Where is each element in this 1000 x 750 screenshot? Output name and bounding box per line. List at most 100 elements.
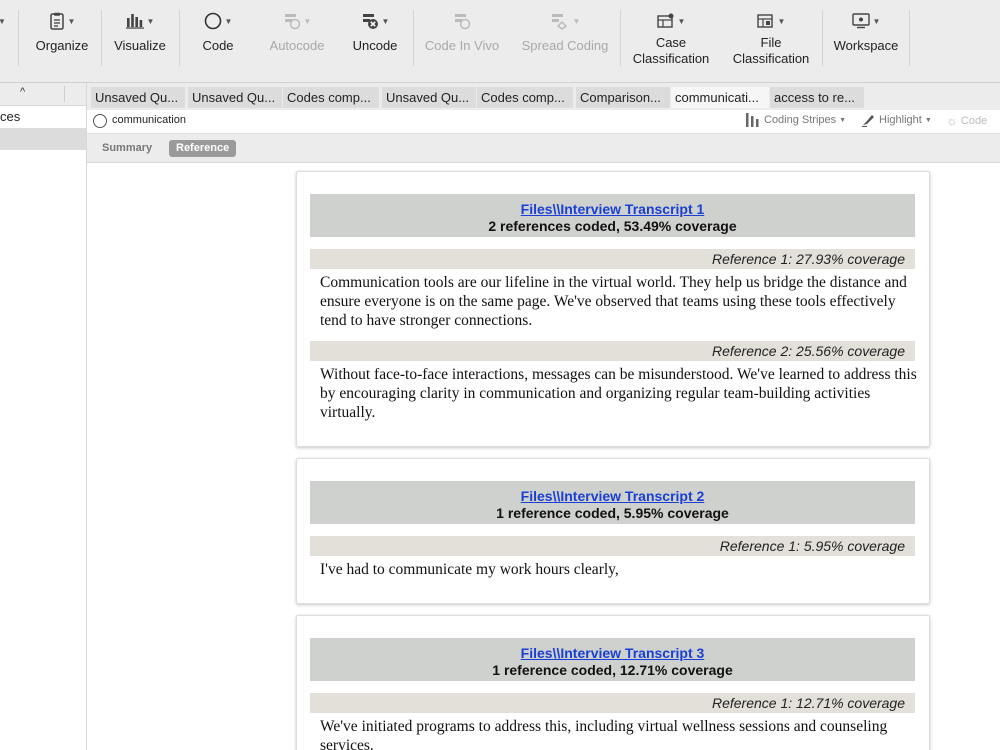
file-card: Files\\Interview Transcript 2 1 referenc… (296, 458, 930, 604)
case-classification-icon (656, 13, 674, 28)
reference-label: Reference 1: 12.71% coverage (711, 695, 905, 711)
reference-header: Reference 1: 12.71% coverage (310, 693, 915, 713)
chevron-down-icon: ▼ (839, 116, 847, 124)
node-header-bar: communication Coding Stripes ▼ Highlight ▼… (87, 110, 1000, 134)
file-header: Files\\Interview Transcript 2 1 referenc… (310, 481, 915, 524)
reference-label: Reference 2: 25.56% coverage (711, 343, 905, 359)
reference-label: Reference 1: 5.95% coverage (719, 538, 905, 554)
caret-up-icon[interactable]: ^ (20, 86, 25, 98)
node-name: communication (112, 114, 186, 126)
reference-label: Reference 1: 27.93% coverage (711, 251, 905, 267)
reference-text: I've had to communicate my work hours cl… (320, 561, 619, 578)
tab-unsaved-query-1[interactable]: Unsaved Qu... (91, 87, 185, 108)
chevron-down-icon: ▼ (0, 16, 6, 26)
file-card: Files\\Interview Transcript 3 1 referenc… (296, 615, 930, 750)
navigation-item-label: ces (0, 109, 21, 124)
ribbon-toolbar: ▼ ▼ Organize ▼ Visualize ▼ Code ▼ Autoco… (0, 0, 1000, 83)
autocode-button[interactable]: ▼ Autocode (262, 10, 332, 70)
chevron-down-icon: ▼ (572, 16, 581, 26)
navigation-item-selected[interactable] (0, 128, 86, 150)
chevron-down-icon: ▼ (924, 116, 932, 124)
reference-header: Reference 2: 25.56% coverage (310, 341, 915, 361)
highlight-button[interactable]: Highlight ▼ (861, 113, 932, 127)
code-in-vivo-label: Code In Vivo (424, 38, 500, 53)
file-classification-button[interactable]: ▼ File Classification (726, 10, 816, 70)
bar-chart-icon (125, 14, 144, 29)
toolbar-divider (909, 10, 910, 66)
autocode-label: Autocode (269, 38, 325, 53)
document-tab-bar: Unsaved Qu... Unsaved Qu... Codes comp..… (87, 83, 1000, 110)
file-header: Files\\Interview Transcript 1 2 referenc… (310, 194, 915, 237)
file-header: Files\\Interview Transcript 3 1 referenc… (310, 638, 915, 681)
circle-icon (204, 12, 221, 30)
column-divider[interactable] (64, 86, 65, 102)
file-card: Files\\Interview Transcript 1 2 referenc… (296, 171, 930, 447)
visualize-button[interactable]: ▼ Visualize (108, 10, 172, 70)
tab-access-to-resources[interactable]: access to re... (770, 87, 864, 108)
tab-summary[interactable]: Summary (95, 140, 159, 157)
coding-stripes-button[interactable]: Coding Stripes ▼ (745, 113, 846, 127)
workspace-icon (851, 13, 870, 29)
reference-text: We've initiated programs to address this… (320, 718, 888, 750)
code-in-vivo-icon (455, 14, 471, 30)
file-coverage: 1 reference coded, 5.95% coverage (496, 505, 729, 521)
code-label: Code (202, 38, 234, 53)
uncode-label: Uncode (352, 38, 398, 53)
code-in-vivo-button[interactable]: Code In Vivo (422, 10, 502, 70)
chevron-down-icon: ▼ (224, 16, 233, 26)
chevron-down-icon: ▼ (872, 16, 881, 26)
organize-label: Organize (35, 38, 89, 53)
tab-codes-comparison-2[interactable]: Codes comp... (477, 87, 573, 108)
spread-coding-button[interactable]: ▼ Spread Coding (518, 10, 612, 70)
organize-button[interactable]: ▼ Organize (30, 10, 94, 70)
file-link[interactable]: Files\\Interview Transcript 3 (310, 645, 915, 661)
coding-stripes-label: Coding Stripes (764, 114, 837, 126)
navigation-pane: ^ ces (0, 83, 87, 750)
chevron-down-icon: ▼ (381, 16, 390, 26)
tab-comparison[interactable]: Comparison... (576, 87, 670, 108)
tab-unsaved-query-2[interactable]: Unsaved Qu... (188, 87, 282, 108)
toolbar-divider (18, 10, 19, 66)
reference-header: Reference 1: 5.95% coverage (310, 536, 915, 556)
chevron-down-icon: ▼ (146, 16, 155, 26)
tab-codes-comparison-1[interactable]: Codes comp... (283, 87, 379, 108)
tab-unsaved-query-3[interactable]: Unsaved Qu... (382, 87, 476, 108)
partial-tool-button[interactable]: ▼ (0, 10, 10, 70)
toolbar-divider (413, 10, 414, 66)
reference-text: Without face-to-face interactions, messa… (320, 366, 917, 421)
code-button[interactable]: ▼ Code (190, 10, 246, 70)
reference-view: Files\\Interview Transcript 1 2 referenc… (87, 163, 1000, 750)
tab-reference[interactable]: Reference (169, 140, 237, 157)
toolbar-divider (179, 10, 180, 66)
tab-communication[interactable]: communicati... (671, 87, 769, 108)
code-tool-label: Code (960, 114, 988, 127)
chevron-down-icon: ▼ (303, 16, 312, 26)
uncode-button[interactable]: ▼ Uncode (346, 10, 404, 70)
file-coverage: 2 references coded, 53.49% coverage (488, 218, 737, 234)
navigation-item[interactable]: ces (0, 106, 86, 128)
clipboard-icon (49, 12, 64, 30)
case-classification-button[interactable]: ▼ Case Classification (626, 10, 716, 70)
chevron-down-icon: ▼ (777, 16, 786, 26)
file-link[interactable]: Files\\Interview Transcript 2 (310, 488, 915, 504)
highlight-label: Highlight (879, 114, 922, 126)
chevron-down-icon: ▼ (67, 16, 76, 26)
workspace-button[interactable]: ▼ Workspace (828, 10, 904, 70)
toolbar-divider (101, 10, 102, 66)
file-classification-label: File Classification (732, 35, 810, 66)
code-button-disabled[interactable]: ☼ Code (946, 113, 987, 128)
coding-stripes-icon (746, 113, 759, 127)
toolbar-divider (822, 10, 823, 66)
file-classification-icon (756, 14, 773, 28)
navigation-pane-header: ^ (0, 83, 86, 106)
highlighter-icon (862, 115, 874, 127)
spread-coding-label: Spread Coding (521, 38, 609, 53)
file-link[interactable]: Files\\Interview Transcript 1 (310, 201, 915, 217)
workspace-label: Workspace (833, 38, 899, 53)
view-switch-bar: Summary Reference (87, 134, 1000, 163)
chevron-down-icon: ▼ (677, 16, 686, 26)
uncode-icon (362, 14, 378, 29)
node-circle-icon (93, 114, 107, 128)
visualize-label: Visualize (114, 38, 166, 53)
autocode-icon (284, 14, 300, 30)
